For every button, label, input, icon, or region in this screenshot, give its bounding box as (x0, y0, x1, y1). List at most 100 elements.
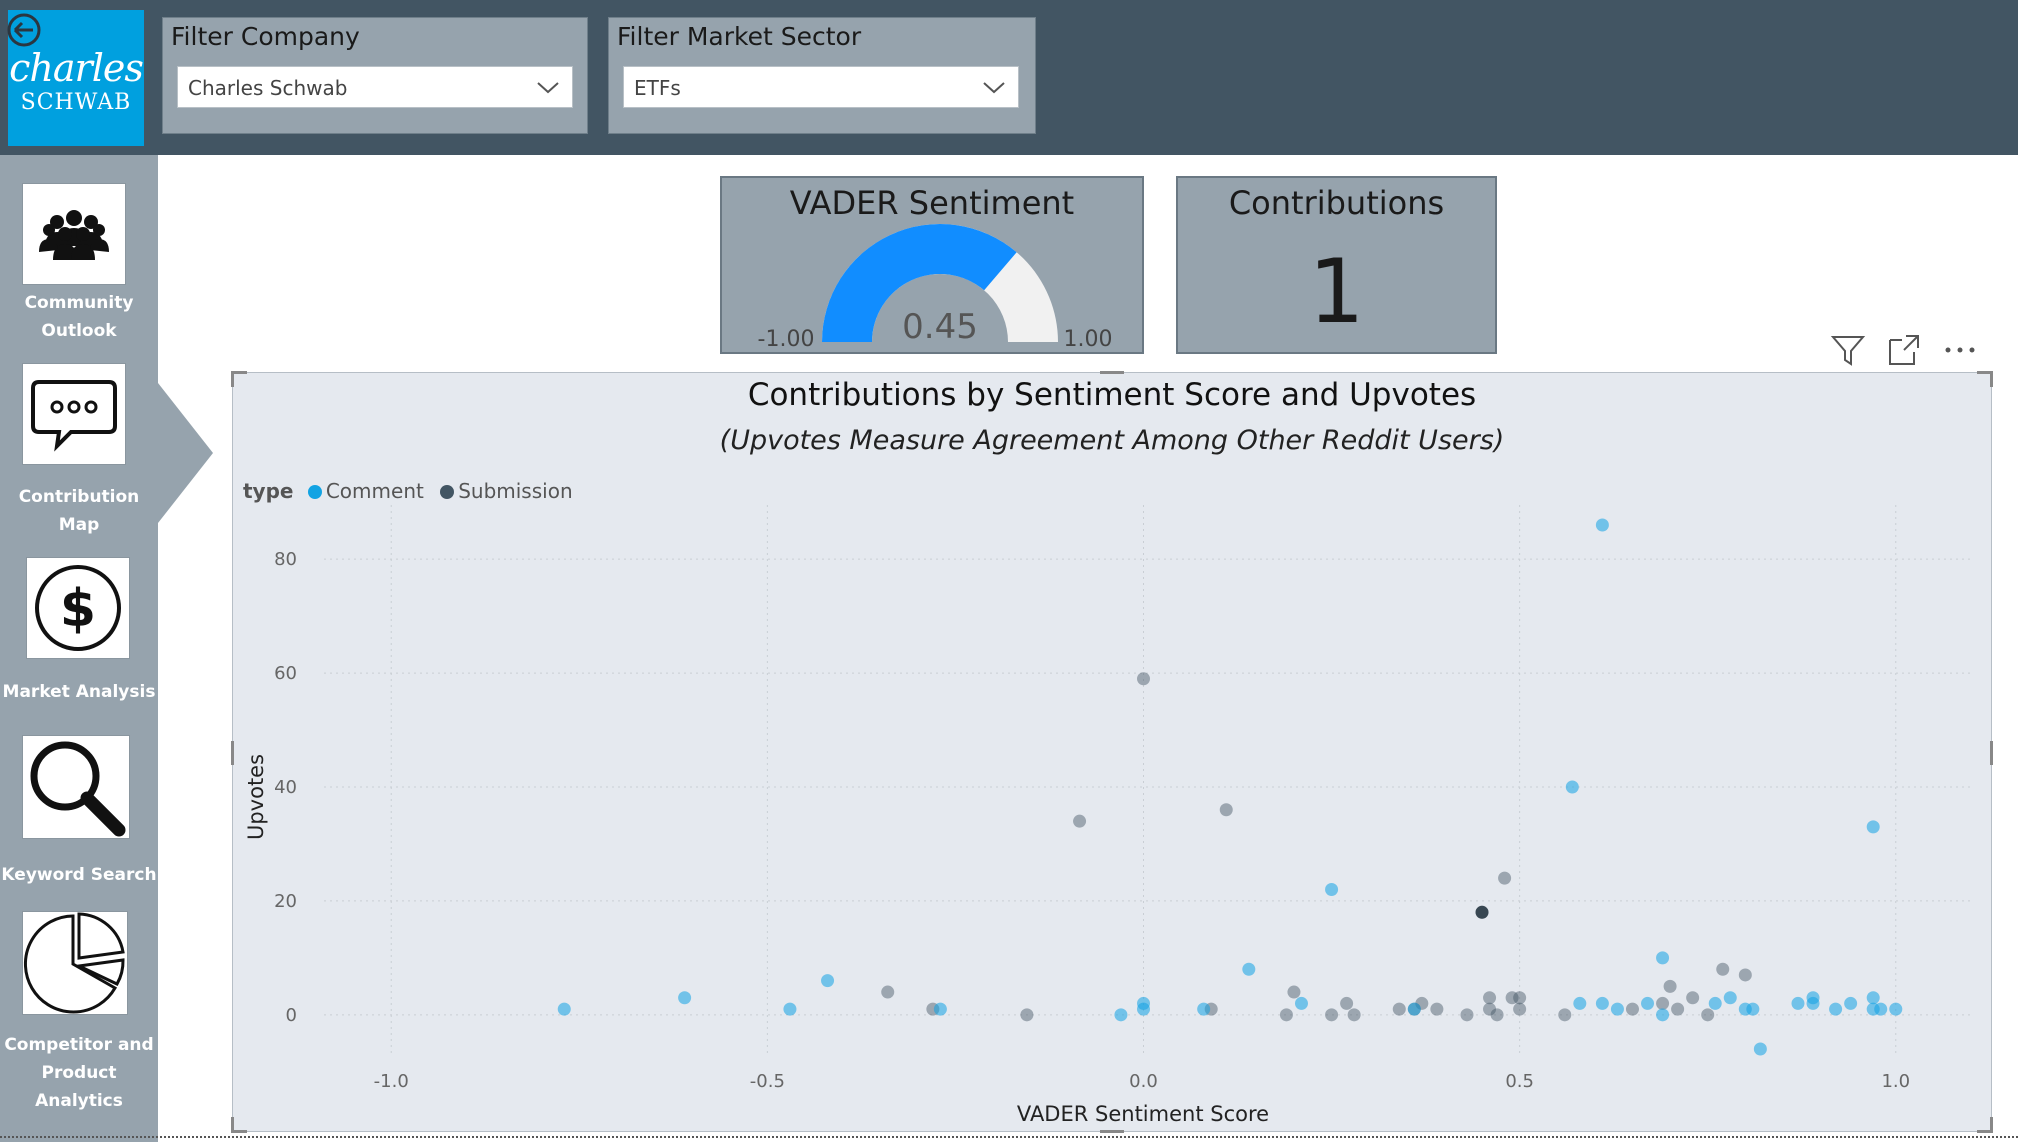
comment-point (1844, 996, 1858, 1010)
magnifier-icon (22, 735, 130, 839)
speech-bubble-icon (22, 363, 126, 465)
submission-point (1392, 1002, 1406, 1016)
submission-point (1656, 996, 1670, 1010)
submission-point (1498, 871, 1512, 885)
x-tick-label: 0.0 (1129, 1071, 1158, 1092)
logo-line1: charles (9, 46, 144, 90)
chevron-down-icon (983, 82, 1005, 94)
highlighted-submission-point (1475, 905, 1489, 919)
filter-company-panel: Filter Company Charles Schwab (162, 17, 588, 134)
scatter-plot: -1.0 -0.5 0.0 0.5 1.0 0 20 40 60 80 VADER Sentimen… (244, 505, 1971, 1126)
resize-handle[interactable] (231, 371, 234, 387)
submission-point (1663, 979, 1677, 993)
comment-point (1829, 1002, 1843, 1016)
gauge-max-label: 1.00 (1064, 327, 1113, 352)
sidebar-item-label: Competitor and Product Analytics (4, 1035, 154, 1111)
comment-point (1806, 991, 1820, 1005)
comment-point (1641, 996, 1655, 1010)
comment-point (1595, 996, 1609, 1010)
comment-point (1656, 1008, 1670, 1022)
back-arrow-icon[interactable] (6, 12, 42, 48)
comment-point (1656, 951, 1670, 965)
filter-company-value: Charles Schwab (188, 76, 348, 100)
filter-sector-dropdown[interactable]: ETFs (623, 66, 1019, 108)
comment-point (783, 1002, 797, 1016)
submission-point (1483, 991, 1497, 1005)
sidebar-item-label: Market Analysis (2, 682, 156, 702)
submission-point (1686, 991, 1700, 1005)
comment-point (1874, 1002, 1888, 1016)
submission-point (1701, 1008, 1715, 1022)
sidebar: Community Outlook Contribution Map $ Mar… (0, 155, 158, 1142)
filter-sector-title: Filter Market Sector (617, 22, 862, 51)
y-tick-label: 40 (274, 777, 297, 798)
comment-point (1137, 996, 1150, 1010)
comment-point (933, 1002, 947, 1016)
resize-handle[interactable] (1100, 1130, 1124, 1133)
filter-company-dropdown[interactable]: Charles Schwab (177, 66, 573, 108)
comment-point (1753, 1042, 1767, 1056)
submission-point (1513, 991, 1527, 1005)
filter-icon[interactable] (1830, 332, 1866, 368)
comment-point (678, 991, 692, 1005)
resize-handle[interactable] (231, 741, 234, 765)
comment-point (1791, 996, 1805, 1010)
x-tick-label: -1.0 (374, 1071, 409, 1092)
comment-point (1407, 1002, 1421, 1016)
focus-mode-icon[interactable] (1886, 332, 1922, 368)
page-bottom-border (0, 1136, 2018, 1138)
comment-point (1114, 1008, 1128, 1022)
scatter-chart-visual[interactable]: Contributions by Sentiment Score and Upv… (231, 371, 1993, 1133)
submission-point (1279, 1008, 1293, 1022)
active-nav-pointer (158, 383, 213, 523)
comment-point (1866, 820, 1880, 834)
y-tick-label: 0 (286, 1005, 297, 1026)
comment-point (557, 1002, 571, 1016)
resize-handle[interactable] (1990, 741, 1993, 765)
submission-point (1716, 962, 1730, 976)
comment-point (1746, 1002, 1760, 1016)
sidebar-item-label: Community Outlook (24, 293, 134, 341)
community-icon (22, 183, 126, 285)
comment-point (1294, 996, 1308, 1010)
submission-point (1325, 1008, 1339, 1022)
submission-point (1460, 1008, 1474, 1022)
filter-sector-panel: Filter Market Sector ETFs (608, 17, 1036, 134)
contributions-card-title: Contributions (1228, 184, 1445, 222)
pie-chart-icon (22, 911, 128, 1015)
y-tick-label: 20 (274, 891, 297, 912)
resize-handle[interactable] (1990, 1117, 1993, 1133)
submission-point (1738, 968, 1752, 982)
top-bar: charles SCHWAB Filter Company Charles Sc… (0, 0, 2018, 155)
comment-point (1595, 518, 1609, 532)
x-tick-label: 1.0 (1881, 1071, 1910, 1092)
comment-point (821, 974, 835, 988)
comment-point (1610, 1002, 1624, 1016)
submission-point (1020, 1008, 1034, 1022)
dollar-icon: $ (26, 557, 130, 659)
submission-point (1219, 803, 1233, 817)
resize-handle[interactable] (1990, 371, 1993, 387)
x-axis-label: VADER Sentiment Score (1017, 1102, 1269, 1126)
sidebar-item-label: Contribution Map (18, 487, 140, 535)
submission-point (1625, 1002, 1639, 1016)
logo-line2: SCHWAB (20, 90, 132, 115)
resize-handle[interactable] (231, 1117, 234, 1133)
more-options-icon[interactable] (1942, 332, 1978, 368)
y-tick-label: 60 (274, 663, 297, 684)
filter-company-title: Filter Company (171, 22, 360, 51)
submission-point (1558, 1008, 1572, 1022)
submission-point (1073, 814, 1087, 828)
sidebar-item-label: Keyword Search (1, 865, 157, 885)
comment-point (1565, 780, 1579, 794)
comment-point (1242, 962, 1256, 976)
resize-handle[interactable] (1100, 371, 1124, 374)
submission-point (1490, 1008, 1504, 1022)
comment-point (1723, 991, 1737, 1005)
svg-text:$: $ (60, 579, 96, 639)
submission-point (1430, 1002, 1444, 1016)
contributions-value: 1 (1308, 240, 1365, 343)
y-axis-label: Upvotes (244, 754, 268, 840)
sentiment-gauge: 0.45 -1.00 1.00 (758, 224, 1113, 352)
submission-point (881, 985, 895, 999)
